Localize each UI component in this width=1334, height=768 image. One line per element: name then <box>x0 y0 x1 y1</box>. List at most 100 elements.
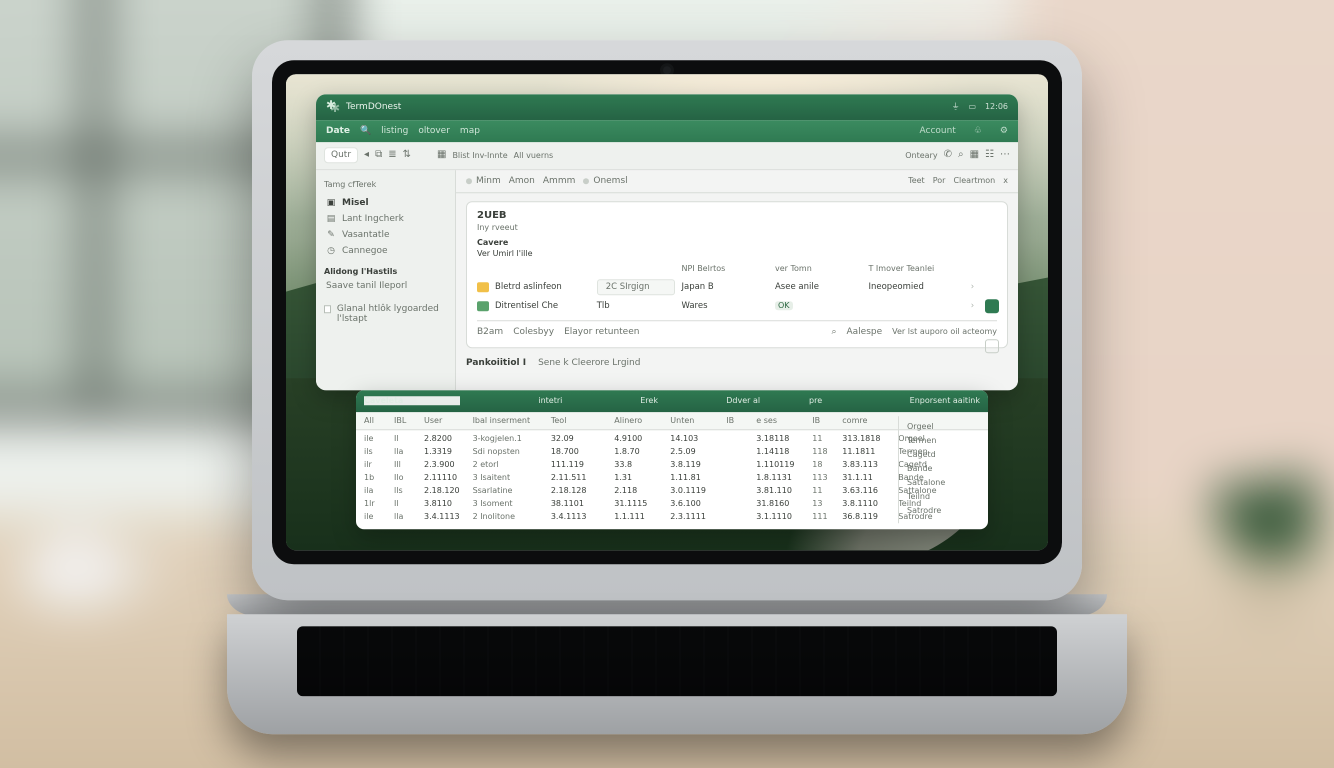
table-body: ileIl2.82003-kogjelen.132.094.910014.103… <box>356 430 988 529</box>
panel-headers: NPI Belrtos ver Tomn T Imover Teanlei <box>477 264 997 273</box>
panel-row[interactable]: Bletrd aslinfeon 2C SIrgign Japan B Asee… <box>477 276 997 298</box>
search-icon[interactable]: 🔍 <box>360 126 371 136</box>
clock-text: 12:06 <box>985 102 1008 111</box>
main-area: Minm Amon Ammm Onemsl Teet Por Cleartmon… <box>456 170 1018 390</box>
checkbox-icon[interactable] <box>985 339 999 353</box>
detail-panel: 2UEB Iny rveeut Cavere Ver Umirl l'ille … <box>466 201 1008 348</box>
menu-item[interactable]: listing <box>381 126 408 136</box>
panel-row[interactable]: Ditrentisel Che Tlb Wares OK › <box>477 298 997 314</box>
crumb-right[interactable]: Cleartmon <box>953 176 995 185</box>
sidebar-subheading: Alidong l'Hastils <box>324 267 447 276</box>
side-item[interactable]: Teilnd <box>907 492 978 501</box>
chevron-right-icon[interactable]: › <box>971 282 997 292</box>
status-badge: OK <box>775 301 793 310</box>
breadcrumb: Minm Amon Ammm Onemsl Teet Por Cleartmon… <box>456 170 1018 193</box>
thumb-icon <box>477 301 489 311</box>
sort-icon[interactable]: ⇅ <box>403 150 411 160</box>
gear-icon[interactable]: ⚙ <box>1000 126 1008 136</box>
sidebar-item-label: Misel <box>342 198 369 208</box>
sidebar-item-label: Lant Ingcherk <box>342 214 404 224</box>
table-row[interactable]: ilella3.4.11132 Inolitone3.4.11131.1.111… <box>364 510 980 523</box>
table-row[interactable]: ilalls2.18.120Ssarlatine2.18.1282.1183.0… <box>364 484 980 497</box>
table-subheader: AllIBL UserIbal inserment TeolAlinero Un… <box>356 412 988 430</box>
crumb[interactable]: Onemsl <box>583 176 627 186</box>
accent-square-icon[interactable] <box>985 299 999 313</box>
menubar: Date 🔍 listing oltover map Account ♧ ⚙ <box>316 120 1018 142</box>
crumb-right: Por <box>933 176 946 185</box>
sidebar-subtext: Saave tanil Ileporl <box>324 278 447 294</box>
toolbar-right-label: Onteary <box>905 151 937 160</box>
list-icon[interactable]: ≣ <box>388 150 396 160</box>
table-row[interactable]: ileIl2.82003-kogjelen.132.094.910014.103… <box>364 432 980 445</box>
sidebar-item-settings[interactable]: ◷ Cannegoe <box>324 243 447 259</box>
table-header: Caveleta intetri Erek Ddver al pre Enpor… <box>356 390 988 412</box>
table-row[interactable]: 1lrIl3.81103 Isoment38.110131.11153.6.10… <box>364 497 980 510</box>
toolbar-q-button[interactable]: Qutr <box>324 147 358 163</box>
table-row[interactable]: 1bIlo2.111103 Isaitent2.11.5111.311.11.8… <box>364 471 980 484</box>
doc-icon: ▤ <box>326 214 336 224</box>
table-row[interactable]: ilslla1.3319Sdi nopsten18.7001.8.702.5.0… <box>364 445 980 458</box>
menu-item[interactable]: Date <box>326 126 350 136</box>
phone-icon[interactable]: ✆ <box>944 150 952 160</box>
crumb[interactable]: Minm <box>466 176 501 186</box>
toolbar-center-sub: All vuerns <box>514 151 554 160</box>
grid-icon[interactable]: ▦ <box>437 150 446 160</box>
bell-icon[interactable]: ♧ <box>974 126 982 136</box>
sidebar-item-doc[interactable]: ▤ Lant Ingcherk <box>324 211 447 227</box>
side-item[interactable]: Bande <box>907 464 978 473</box>
panel-meta: Pankoiitiol I Sene k Cleerore Lrgind <box>466 358 1008 368</box>
sidebar-heading: Tamg cfTerek <box>324 180 447 189</box>
panel-subtitle: Iny rveeut <box>477 223 997 232</box>
table-side: Orgeel Termen Cagetd Bande Sattalone Teilnd Sa… <box>898 416 984 523</box>
sidebar-item-tag[interactable]: ✎ Vasantatle <box>324 227 447 243</box>
titlebar-status: ⏚ ▭ 12:06 <box>946 101 1008 112</box>
laptop-base <box>227 614 1127 734</box>
crumb[interactable]: Ammm <box>543 176 575 186</box>
panel-section: Cavere <box>477 238 997 247</box>
menu-item[interactable]: oltover <box>418 126 450 136</box>
grid-icon[interactable]: ▦ <box>970 150 979 160</box>
sidebar-footer[interactable]: Glanal htlôk lygoarded l'lstapt <box>324 304 447 324</box>
app-title: TermDOnest <box>346 102 401 112</box>
keyboard <box>297 626 1057 696</box>
panel-strip: B2am Colesbyy Elayor retunteen ⌕ Aalespe… <box>477 320 997 337</box>
search-icon[interactable]: ⌕ <box>831 327 836 337</box>
side-item[interactable]: Cagetd <box>907 450 978 459</box>
sidebar-item-home[interactable]: ▣ Misel <box>324 195 447 211</box>
home-icon: ▣ <box>326 198 336 208</box>
side-item[interactable]: Orgeel <box>907 422 978 431</box>
crumb[interactable]: Amon <box>509 176 535 186</box>
sidebar-item-label: Cannegoe <box>342 246 388 256</box>
close-icon[interactable]: x <box>1003 176 1008 185</box>
chart-icon[interactable]: ⧉ <box>375 150 382 160</box>
screen: TermDOnest ⏚ ▭ 12:06 Date 🔍 listing olto… <box>286 74 1048 550</box>
panel-note: Ver lst auporo oil acteomy <box>892 327 997 336</box>
crumb-right: Teet <box>908 176 925 185</box>
side-item[interactable]: Sattalone <box>907 478 978 487</box>
app-window: TermDOnest ⏚ ▭ 12:06 Date 🔍 listing olto… <box>316 94 1018 390</box>
tag-icon: ✎ <box>326 230 336 240</box>
toolbar-center-label: Blist Inv-Innte <box>452 151 507 160</box>
titlebar: TermDOnest ⏚ ▭ 12:06 <box>316 94 1018 120</box>
gear-icon: ◷ <box>326 246 336 256</box>
laptop: TermDOnest ⏚ ▭ 12:06 Date 🔍 listing olto… <box>227 40 1107 734</box>
back-icon[interactable]: ◂ <box>364 150 369 160</box>
panel-title: 2UEB <box>477 210 997 221</box>
menu-item[interactable]: map <box>460 126 480 136</box>
sidebar-footer-label: Glanal htlôk lygoarded l'lstapt <box>337 304 447 324</box>
layers-icon[interactable]: ☷ <box>985 150 994 160</box>
side-item[interactable]: Satrodre <box>907 506 978 515</box>
checkbox-icon[interactable] <box>324 305 331 313</box>
table-row[interactable]: ilrIll2.3.9002 etorl111.11933.83.8.1191.… <box>364 458 980 471</box>
side-item[interactable]: Termen <box>907 436 978 445</box>
menu-right[interactable]: Account <box>920 126 956 136</box>
more-icon[interactable]: ⋯ <box>1000 150 1010 160</box>
sidebar: Tamg cfTerek ▣ Misel ▤ Lant Ingcherk ✎ <box>316 170 456 390</box>
thumb-icon <box>477 282 489 292</box>
data-table-window: Caveleta intetri Erek Ddver al pre Enpor… <box>356 390 988 529</box>
table-title: Caveleta <box>364 396 460 405</box>
sidebar-item-label: Vasantatle <box>342 230 390 240</box>
wifi-icon: ⏚ <box>952 102 960 111</box>
search-icon[interactable]: ⌕ <box>958 150 964 160</box>
value-pill[interactable]: 2C SIrgign <box>597 279 676 295</box>
